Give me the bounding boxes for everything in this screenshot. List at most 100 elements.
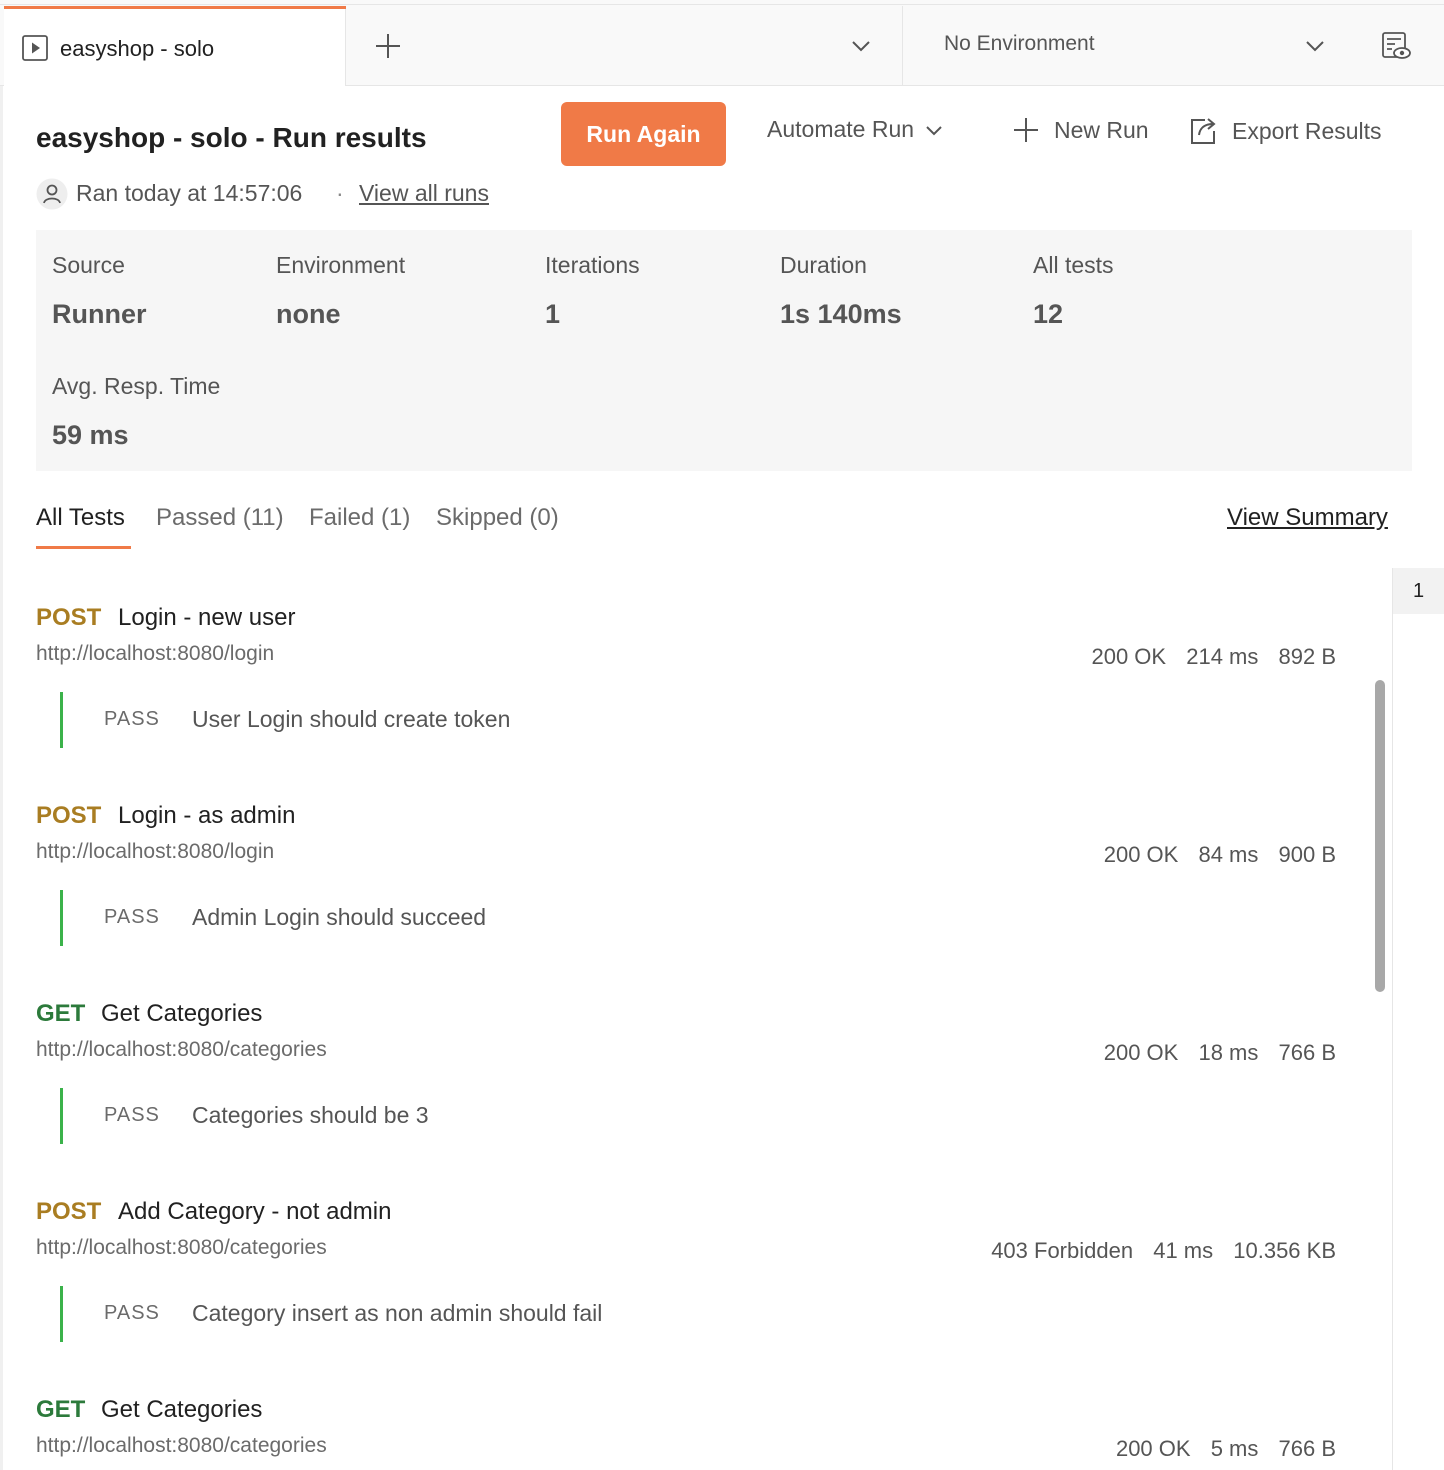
runner-play-icon bbox=[22, 35, 48, 61]
active-filter-indicator bbox=[36, 546, 131, 549]
response-status: 403 Forbidden bbox=[991, 1238, 1134, 1263]
request-result[interactable]: GET Get Categories http://localhost:8080… bbox=[36, 1396, 1336, 1470]
test-status-bar bbox=[60, 1088, 63, 1144]
response-meta: 403 Forbidden 41 ms 10.356 KB bbox=[977, 1238, 1336, 1264]
plus-icon bbox=[1014, 118, 1038, 142]
response-meta: 200 OK 84 ms 900 B bbox=[1090, 842, 1336, 868]
response-size: 900 B bbox=[1278, 842, 1337, 867]
new-run-label: New Run bbox=[1054, 116, 1149, 143]
test-status-bar bbox=[60, 890, 63, 946]
stat-value: 1s 140ms bbox=[780, 299, 902, 329]
request-result[interactable]: POST Add Category - not admin http://loc… bbox=[36, 1198, 1336, 1388]
run-again-button[interactable]: Run Again bbox=[561, 102, 726, 166]
tab-passed[interactable]: Passed (11) bbox=[156, 504, 284, 532]
export-results-label: Export Results bbox=[1232, 117, 1382, 144]
environment-quick-look-icon[interactable] bbox=[1380, 30, 1412, 62]
request-result[interactable]: POST Login - new user http://localhost:8… bbox=[36, 604, 1336, 794]
view-all-runs-link[interactable]: View all runs bbox=[359, 180, 489, 207]
response-status: 200 OK bbox=[1103, 1040, 1179, 1065]
tab-skipped[interactable]: Skipped (0) bbox=[436, 504, 559, 532]
request-name: Get Categories bbox=[101, 1396, 263, 1423]
chevron-down-icon[interactable] bbox=[848, 34, 874, 58]
stat-value: 1 bbox=[545, 299, 561, 329]
tab-failed[interactable]: Failed (1) bbox=[309, 504, 410, 532]
test-name: Admin Login should succeed bbox=[192, 904, 487, 930]
separator-dot: · bbox=[336, 180, 344, 206]
request-result[interactable]: POST Login - as admin http://localhost:8… bbox=[36, 802, 1336, 992]
response-meta: 200 OK 18 ms 766 B bbox=[1090, 1040, 1336, 1066]
page-title: easyshop - solo - Run results bbox=[36, 122, 427, 153]
stat-all-tests: All tests 12 bbox=[1033, 252, 1114, 330]
stat-label: Duration bbox=[780, 252, 867, 278]
test-status-bar bbox=[60, 1286, 63, 1342]
response-size: 766 B bbox=[1278, 1040, 1337, 1065]
test-result-badge: PASS bbox=[104, 708, 160, 730]
stat-label: Avg. Resp. Time bbox=[52, 373, 221, 399]
user-avatar-icon bbox=[36, 178, 68, 210]
tab-bar: easyshop - solo No Environment bbox=[0, 0, 1444, 86]
stat-iterations: Iterations 1 bbox=[545, 252, 640, 330]
iteration-panel bbox=[1392, 568, 1444, 1470]
request-name: Add Category - not admin bbox=[118, 1198, 392, 1225]
tab-runner-results[interactable]: easyshop - solo bbox=[4, 6, 346, 86]
request-method: POST bbox=[36, 1198, 102, 1225]
export-icon bbox=[1191, 118, 1216, 144]
test-name: Category insert as non admin should fail bbox=[192, 1300, 603, 1326]
response-time: 84 ms bbox=[1198, 842, 1259, 867]
response-meta: 200 OK 5 ms 766 B bbox=[1102, 1436, 1336, 1462]
response-status: 200 OK bbox=[1091, 644, 1167, 669]
run-stats-panel: Source Runner Environment none Iteration… bbox=[36, 230, 1412, 471]
automate-run-button[interactable]: Automate Run bbox=[767, 116, 944, 143]
response-time: 18 ms bbox=[1198, 1040, 1259, 1065]
response-status: 200 OK bbox=[1103, 842, 1179, 867]
stat-label: All tests bbox=[1033, 252, 1114, 278]
response-size: 10.356 KB bbox=[1233, 1238, 1336, 1263]
stat-source: Source Runner bbox=[52, 252, 147, 330]
chevron-down-icon[interactable] bbox=[1302, 34, 1328, 58]
stat-value: 12 bbox=[1033, 299, 1064, 329]
results-scrollbar-thumb[interactable] bbox=[1375, 680, 1385, 992]
test-result-badge: PASS bbox=[104, 906, 160, 928]
stat-label: Iterations bbox=[545, 252, 640, 278]
request-url: http://localhost:8080/categories bbox=[36, 1434, 327, 1457]
stat-duration: Duration 1s 140ms bbox=[780, 252, 902, 330]
stat-avg-resp-time: Avg. Resp. Time 59 ms bbox=[52, 373, 220, 451]
test-name: User Login should create token bbox=[192, 706, 511, 732]
request-result[interactable]: GET Get Categories http://localhost:8080… bbox=[36, 1000, 1336, 1190]
request-method: GET bbox=[36, 1000, 86, 1027]
stat-label: Source bbox=[52, 252, 125, 278]
request-name: Login - as admin bbox=[118, 802, 296, 829]
stat-label: Environment bbox=[276, 252, 406, 278]
automate-run-label: Automate Run bbox=[767, 116, 915, 142]
environment-selector[interactable]: No Environment bbox=[944, 32, 1095, 56]
test-result-badge: PASS bbox=[104, 1302, 160, 1324]
test-name: Categories should be 3 bbox=[192, 1102, 429, 1128]
tab-bar-top-border bbox=[0, 4, 1444, 5]
response-time: 214 ms bbox=[1186, 644, 1259, 669]
request-url: http://localhost:8080/login bbox=[36, 840, 275, 863]
request-method: GET bbox=[36, 1396, 86, 1423]
test-result-badge: PASS bbox=[104, 1104, 160, 1126]
response-time: 5 ms bbox=[1210, 1436, 1259, 1461]
request-url: http://localhost:8080/login bbox=[36, 642, 275, 665]
environment-divider bbox=[902, 6, 903, 86]
response-status: 200 OK bbox=[1115, 1436, 1191, 1461]
left-edge-border bbox=[0, 86, 3, 1470]
stat-value: Runner bbox=[52, 299, 147, 329]
response-size: 766 B bbox=[1278, 1436, 1337, 1461]
test-status-bar bbox=[60, 692, 63, 748]
response-time: 41 ms bbox=[1153, 1238, 1214, 1263]
tab-all-tests[interactable]: All Tests bbox=[36, 504, 125, 532]
request-url: http://localhost:8080/categories bbox=[36, 1038, 327, 1061]
active-tab-indicator bbox=[4, 6, 346, 9]
stat-value: none bbox=[276, 299, 341, 329]
chevron-down-icon bbox=[926, 125, 942, 135]
new-run-button[interactable]: New Run bbox=[1012, 116, 1149, 144]
iteration-item[interactable]: 1 bbox=[1393, 568, 1444, 614]
view-summary-link[interactable]: View Summary bbox=[1227, 504, 1388, 532]
request-url: http://localhost:8080/categories bbox=[36, 1236, 327, 1259]
run-timestamp: Ran today at 14:57:06 bbox=[76, 180, 303, 206]
response-meta: 200 OK 214 ms 892 B bbox=[1077, 644, 1336, 670]
export-results-button[interactable]: Export Results bbox=[1188, 116, 1382, 146]
plus-icon[interactable] bbox=[374, 32, 402, 60]
